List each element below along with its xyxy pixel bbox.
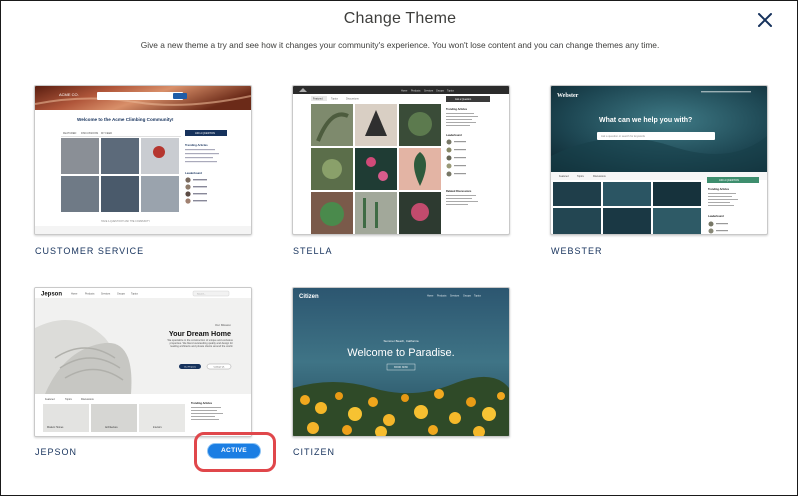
jepson-nav-3: Groups bbox=[117, 292, 126, 295]
stella-leaderboard-label: Leaderboard bbox=[446, 133, 462, 137]
stella-tab-1: Topics bbox=[331, 98, 339, 101]
cs-footer-link: HAVE A QUESTION? ASK THE COMMUNITY bbox=[101, 220, 150, 223]
stella-trending-label: Trending Articles bbox=[446, 107, 468, 111]
stella-related-label: Related Discussions bbox=[446, 189, 472, 193]
citizen-nav-4: Topics bbox=[474, 295, 482, 298]
stella-tab-2: Discussions bbox=[346, 98, 360, 101]
theme-card-customer-service[interactable]: ACME CO. Welcome to the Acme Climbing Co… bbox=[34, 85, 252, 235]
citizen-nav-0: Home bbox=[427, 295, 434, 298]
cs-cta: ASK A QUESTION bbox=[195, 132, 215, 135]
stella-cta: Ask a Question bbox=[455, 98, 472, 101]
citizen-cta: BOOK NOW bbox=[394, 366, 408, 369]
close-icon[interactable] bbox=[755, 10, 775, 30]
theme-name-jepson[interactable]: JEPSON bbox=[35, 447, 77, 457]
citizen-nav-1: Products bbox=[437, 295, 447, 298]
modal-title: Change Theme bbox=[343, 10, 457, 27]
stella-preview: Home Products Services Groups Topics Fea… bbox=[293, 86, 509, 234]
theme-card-citizen[interactable]: Citizen Home Products Services Groups To… bbox=[292, 287, 510, 437]
modal-subtitle: Give a new theme a try and see how it ch… bbox=[140, 40, 660, 50]
stella-nav-2: Services bbox=[424, 89, 434, 92]
theme-name-citizen[interactable]: CITIZEN bbox=[293, 447, 335, 457]
webster-leaderboard-label: Leaderboard bbox=[708, 214, 724, 218]
jepson-nav-0: Home bbox=[71, 292, 78, 295]
theme-name-stella[interactable]: STELLA bbox=[293, 246, 333, 256]
webster-preview: Webster What can we help you with? Ask a… bbox=[551, 86, 767, 234]
jepson-tab-2: Discussions bbox=[81, 398, 95, 401]
webster-brand: Webster bbox=[557, 93, 579, 99]
active-badge: ACTIVE bbox=[208, 444, 260, 458]
jepson-tab-0: Featured bbox=[45, 398, 55, 401]
jepson-mission-label: Our Mission bbox=[215, 323, 231, 327]
citizen-nav-2: Services bbox=[450, 295, 460, 298]
stella-nav-4: Topics bbox=[447, 89, 455, 92]
jepson-brand: Jepson bbox=[41, 292, 62, 298]
citizen-brand: Citizen bbox=[299, 294, 319, 300]
active-highlight: ACTIVE bbox=[194, 432, 276, 472]
jepson-search-placeholder: Search... bbox=[197, 293, 206, 296]
theme-card-jepson[interactable]: Jepson Home Products Services Groups Top… bbox=[34, 287, 252, 437]
jepson-cta-primary: Our Projects bbox=[184, 365, 197, 368]
jepson-trending-label: Trending Articles bbox=[191, 401, 213, 405]
stella-nav-1: Products bbox=[411, 89, 421, 92]
webster-search-placeholder: Ask a question or search for keywords bbox=[601, 134, 646, 138]
citizen-hero-title: Welcome to Paradise. bbox=[347, 347, 454, 359]
jepson-cta-secondary: Contact Us bbox=[214, 365, 226, 368]
webster-tab-1: Topics bbox=[577, 175, 585, 178]
theme-name-webster[interactable]: WEBSTER bbox=[551, 246, 603, 256]
jepson-tile-0: Modern Homes bbox=[47, 426, 64, 429]
stella-nav-3: Groups bbox=[436, 89, 445, 92]
jepson-preview: Jepson Home Products Services Groups Top… bbox=[35, 288, 251, 436]
cs-tab-0: FEATURED bbox=[63, 132, 76, 135]
cs-trending-label: Trending Articles bbox=[185, 143, 208, 147]
cs-hero-title: Welcome to the Acme Climbing Community! bbox=[77, 117, 174, 122]
cs-tab-1: DISCUSSIONS bbox=[81, 132, 99, 135]
cs-brand: ACME CO. bbox=[59, 92, 79, 97]
jepson-hero-text: We specialize in the construction of uni… bbox=[167, 339, 233, 349]
webster-tab-2: Discussions bbox=[593, 175, 607, 178]
jepson-nav-4: Topics bbox=[131, 292, 139, 295]
theme-name-customer-service[interactable]: CUSTOMER SERVICE bbox=[35, 246, 144, 256]
citizen-location: Summer Beach, California bbox=[383, 339, 418, 343]
stella-nav-0: Home bbox=[401, 89, 408, 92]
jepson-tile-2: Interiors bbox=[153, 426, 162, 429]
theme-card-stella[interactable]: Home Products Services Groups Topics Fea… bbox=[292, 85, 510, 235]
jepson-tab-1: Topics bbox=[65, 398, 73, 401]
citizen-nav-3: Groups bbox=[463, 295, 472, 298]
jepson-nav-1: Products bbox=[85, 292, 95, 295]
webster-hero-title: What can we help you with? bbox=[599, 117, 692, 124]
webster-tab-0: Featured bbox=[559, 175, 569, 178]
jepson-hero-title: Your Dream Home bbox=[169, 329, 231, 338]
jepson-nav-2: Services bbox=[101, 292, 111, 295]
cs-tab-2: MY FEED bbox=[101, 132, 112, 135]
webster-cta: ASK A QUESTION bbox=[719, 179, 739, 182]
theme-card-webster[interactable]: Webster What can we help you with? Ask a… bbox=[550, 85, 768, 235]
cs-leaderboard-label: Leaderboard bbox=[185, 171, 202, 175]
webster-trending-label: Trending Articles bbox=[708, 187, 730, 191]
citizen-preview: Citizen Home Products Services Groups To… bbox=[293, 288, 509, 436]
stella-tab-0: Featured bbox=[313, 98, 323, 101]
customer-service-preview: ACME CO. Welcome to the Acme Climbing Co… bbox=[35, 86, 251, 234]
jepson-tile-1: Architecture bbox=[105, 426, 118, 429]
